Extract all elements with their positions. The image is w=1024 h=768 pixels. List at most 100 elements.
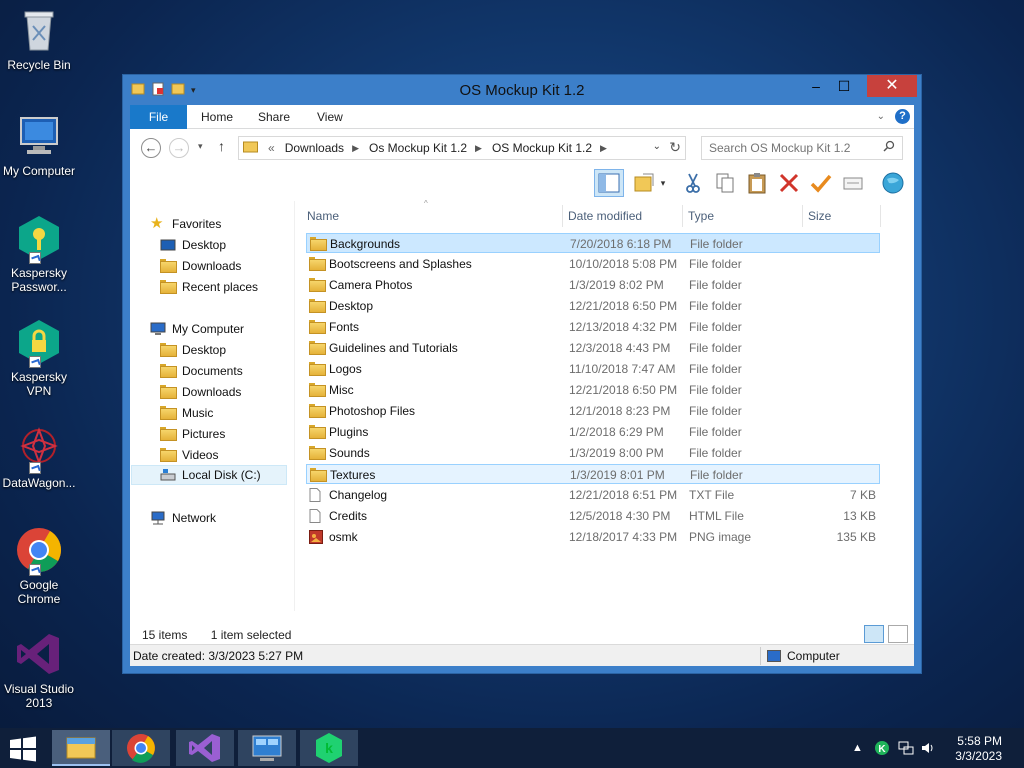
column-header-date[interactable]: Date modified	[568, 205, 642, 227]
address-bar[interactable]: « Downloads ▶ Os Mockup Kit 1.2 ▶ OS Moc…	[238, 136, 686, 160]
file-name: Plugins	[329, 425, 369, 439]
column-divider[interactable]	[802, 205, 803, 227]
breadcrumb-prefix[interactable]: «	[268, 141, 275, 155]
table-row[interactable]: Textures 1/3/2019 8:01 PM File folder	[306, 464, 880, 484]
nav-my-computer[interactable]: My Computer	[150, 319, 244, 339]
tab-view[interactable]: View	[317, 105, 343, 129]
details-view-button[interactable]	[864, 625, 884, 643]
rename-check-icon[interactable]	[806, 169, 836, 197]
chevron-right-icon[interactable]: ▶	[352, 143, 359, 154]
search-input[interactable]	[701, 136, 903, 160]
nav-network[interactable]: Network	[150, 508, 216, 528]
table-row[interactable]: Fonts 12/13/2018 4:32 PM File folder	[306, 317, 880, 337]
table-row[interactable]: Bootscreens and Splashes 10/10/2018 5:08 …	[306, 254, 880, 274]
nav-fav-downloads[interactable]: Downloads	[160, 256, 241, 276]
nav-fav-recent-places[interactable]: Recent places	[160, 277, 258, 297]
nav-pc-pictures[interactable]: Pictures	[160, 424, 225, 444]
table-row[interactable]: Camera Photos 1/3/2019 8:02 PM File folder	[306, 275, 880, 295]
nav-pc-music[interactable]: Music	[160, 403, 213, 423]
desktop-icon-kaspersky-password[interactable]: Kaspersky Passwor...	[0, 214, 78, 294]
taskbar-kaspersky[interactable]: k	[300, 730, 358, 766]
column-header-size[interactable]: Size	[808, 205, 831, 227]
up-arrow-icon[interactable]: ↑	[218, 138, 225, 154]
nav-label: Music	[182, 406, 214, 420]
column-header-type[interactable]: Type	[688, 205, 714, 227]
windows-logo-icon	[10, 736, 36, 762]
close-button[interactable]: ✕	[867, 75, 917, 97]
hard-drive-icon	[160, 468, 176, 482]
breadcrumb-os-mockup-kit[interactable]: Os Mockup Kit 1.2	[369, 141, 467, 155]
desktop-icon-google-chrome[interactable]: Google Chrome	[0, 526, 78, 606]
desktop-icon-visual-studio[interactable]: Visual Studio 2013	[0, 630, 78, 710]
tab-file[interactable]: File	[130, 105, 187, 129]
desktop-icon-recycle-bin[interactable]: Recycle Bin	[0, 6, 78, 72]
nav-pc-videos[interactable]: Videos	[160, 445, 218, 465]
item-count: 15 items	[142, 628, 188, 642]
table-row[interactable]: Sounds 1/3/2019 8:00 PM File folder	[306, 443, 880, 463]
table-row[interactable]: Misc 12/21/2018 6:50 PM File folder	[306, 380, 880, 400]
table-row[interactable]: Changelog 12/21/2018 6:51 PM TXT File 7 KB	[306, 485, 880, 505]
select-icon[interactable]	[838, 169, 868, 197]
help-icon[interactable]: ?	[895, 109, 910, 124]
file-name: Camera Photos	[329, 278, 413, 292]
tab-share[interactable]: Share	[258, 105, 290, 129]
column-divider[interactable]	[682, 205, 683, 227]
address-dropdown-icon[interactable]: ⌄	[653, 141, 661, 152]
nav-pc-downloads[interactable]: Downloads	[160, 382, 241, 402]
start-button[interactable]	[8, 736, 38, 762]
globe-icon[interactable]	[878, 169, 908, 197]
table-row[interactable]: osmk 12/18/2017 4:33 PM PNG image 135 KB	[306, 527, 880, 547]
column-divider[interactable]	[562, 205, 563, 227]
column-header-name[interactable]: Name	[307, 205, 339, 227]
maximize-button[interactable]: ☐	[831, 75, 857, 97]
table-row[interactable]: Backgrounds 7/20/2018 6:18 PM File folder	[306, 233, 880, 253]
network-icon[interactable]	[898, 740, 914, 759]
delete-icon[interactable]	[774, 169, 804, 197]
table-row[interactable]: Logos 11/10/2018 7:47 AM File folder	[306, 359, 880, 379]
column-divider[interactable]	[880, 205, 881, 227]
kaspersky-tray-icon[interactable]: K	[874, 740, 890, 759]
forward-button[interactable]: →	[169, 138, 189, 158]
show-hidden-icons-icon[interactable]: ▲	[852, 742, 863, 754]
desktop-icon-datawagon[interactable]: DataWagon...	[0, 424, 78, 490]
nav-fav-desktop[interactable]: Desktop	[160, 235, 226, 255]
file-type: TXT File	[689, 488, 735, 502]
chevron-right-icon[interactable]: ▶	[475, 143, 482, 154]
expand-ribbon-icon[interactable]: ⌄	[877, 111, 885, 122]
table-row[interactable]: Guidelines and Tutorials 12/3/2018 4:43 P…	[306, 338, 880, 358]
large-icons-view-button[interactable]	[888, 625, 908, 643]
refresh-icon[interactable]: ↻	[669, 139, 681, 156]
table-row[interactable]: Desktop 12/21/2018 6:50 PM File folder	[306, 296, 880, 316]
dropdown-icon[interactable]: ▾	[656, 169, 670, 197]
minimize-button[interactable]: ‒	[803, 75, 829, 97]
nav-pc-documents[interactable]: Documents	[160, 361, 243, 381]
desktop-icon-my-computer[interactable]: My Computer	[0, 112, 78, 178]
taskbar-visual-studio[interactable]	[176, 730, 234, 766]
table-row[interactable]: Photoshop Files 12/1/2018 8:23 PM File fol…	[306, 401, 880, 421]
nav-favorites[interactable]: ★ Favorites	[150, 214, 221, 234]
taskbar-file-explorer[interactable]	[52, 730, 110, 766]
table-row[interactable]: Plugins 1/2/2018 6:29 PM File folder	[306, 422, 880, 442]
folder-icon	[160, 448, 177, 462]
table-row[interactable]: Credits 12/5/2018 4:30 PM HTML File 13 KB	[306, 506, 880, 526]
breadcrumb-downloads[interactable]: Downloads	[285, 141, 344, 155]
title-bar[interactable]: ▾ OS Mockup Kit 1.2 ‒ ☐ ✕	[123, 75, 921, 105]
recent-locations-icon[interactable]: ▾	[198, 141, 203, 152]
paste-icon[interactable]	[742, 169, 772, 197]
volume-icon[interactable]	[920, 740, 936, 759]
cut-icon[interactable]	[678, 169, 708, 197]
nav-pc-local-disk[interactable]: Local Disk (C:)	[131, 465, 287, 485]
breadcrumb-os-mockup-kit-inner[interactable]: OS Mockup Kit 1.2	[492, 141, 592, 155]
back-button[interactable]: ←	[141, 138, 161, 158]
tab-home[interactable]: Home	[201, 105, 233, 129]
chevron-right-icon[interactable]: ▶	[600, 143, 607, 154]
copy-icon[interactable]	[710, 169, 740, 197]
desktop-icon-kaspersky-vpn[interactable]: Kaspersky VPN	[0, 318, 78, 398]
file-name: Misc	[329, 383, 354, 397]
preview-pane-button[interactable]	[594, 169, 624, 197]
search-icon[interactable]	[883, 140, 895, 155]
clock[interactable]: 5:58 PM 3/3/2023	[955, 734, 1002, 764]
nav-pc-desktop[interactable]: Desktop	[160, 340, 226, 360]
taskbar-control-panel[interactable]	[238, 730, 296, 766]
taskbar-chrome[interactable]	[112, 730, 170, 766]
